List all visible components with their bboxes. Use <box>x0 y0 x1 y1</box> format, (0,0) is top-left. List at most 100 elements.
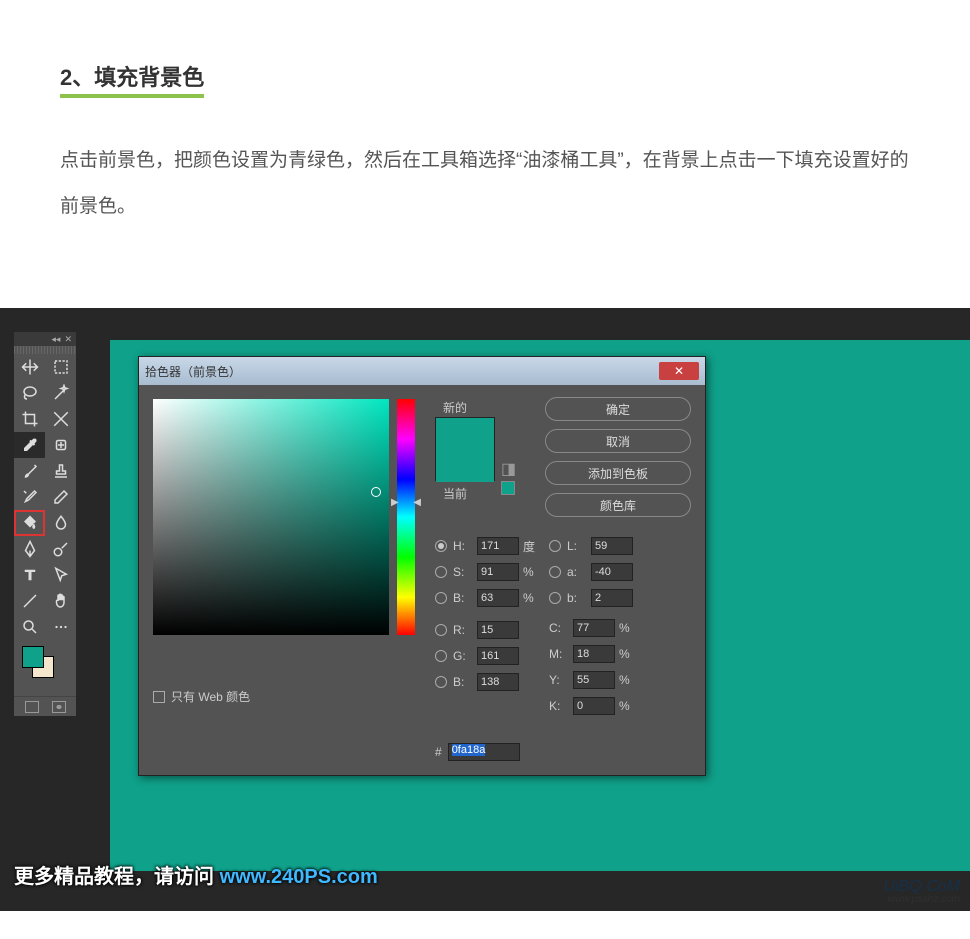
quickmask-icon[interactable] <box>52 701 66 713</box>
sv-cursor[interactable] <box>371 487 381 497</box>
lasso-tool[interactable] <box>14 380 45 406</box>
l-label: L: <box>567 539 587 553</box>
s-input[interactable] <box>477 563 519 581</box>
websafe-swatch[interactable] <box>501 481 515 495</box>
k-label: K: <box>549 699 569 713</box>
color-swatches[interactable] <box>14 640 76 696</box>
screenshot-region: ◂◂ ✕ <box>0 308 970 911</box>
foreground-swatch[interactable] <box>22 646 44 668</box>
saturation-value-field[interactable] <box>153 399 389 635</box>
dodge-tool[interactable] <box>45 536 76 562</box>
hex-prefix: # <box>435 745 442 759</box>
hand-tool[interactable] <box>45 588 76 614</box>
a-input[interactable] <box>591 563 633 581</box>
stamp-tool[interactable] <box>45 458 76 484</box>
close-icon[interactable]: ✕ <box>64 335 72 344</box>
line-tool[interactable] <box>14 588 45 614</box>
r-radio[interactable] <box>435 624 447 636</box>
marquee-tool[interactable] <box>45 354 76 380</box>
y-unit: % <box>619 673 637 687</box>
g-radio[interactable] <box>435 650 447 662</box>
bb-label: b: <box>567 591 587 605</box>
hue-slider-thumb[interactable]: ▶◀ <box>391 497 421 508</box>
m-label: M: <box>549 647 569 661</box>
move-tool[interactable] <box>14 354 45 380</box>
color-preview <box>435 417 495 481</box>
type-tool[interactable] <box>14 562 45 588</box>
pen-tool[interactable] <box>14 536 45 562</box>
b-input[interactable] <box>477 673 519 691</box>
color-libraries-button[interactable]: 颜色库 <box>545 493 691 517</box>
dialog-close-button[interactable]: ✕ <box>659 362 699 380</box>
r-input[interactable] <box>477 621 519 639</box>
watermark: UiBQ.CoM www.psahz.com <box>884 879 960 905</box>
b-label: B: <box>453 675 473 689</box>
screen-mode-icon[interactable] <box>25 701 39 713</box>
section-heading: 2、填充背景色 <box>60 60 204 98</box>
panel-header[interactable]: ◂◂ ✕ <box>14 332 76 346</box>
k-input[interactable] <box>573 697 615 715</box>
collapse-icon[interactable]: ◂◂ <box>51 335 60 344</box>
y-label: Y: <box>549 673 569 687</box>
gamut-warning-icon[interactable]: ◨ <box>501 459 515 473</box>
c-label: C: <box>549 621 569 635</box>
footer-caption: 更多精品教程，请访问 www.240PS.com <box>14 860 378 889</box>
y-input[interactable] <box>573 671 615 689</box>
tools-panel: ◂◂ ✕ <box>14 332 76 716</box>
panel-grip[interactable] <box>14 346 76 354</box>
history-brush-tool[interactable] <box>14 484 45 510</box>
m-input[interactable] <box>573 645 615 663</box>
l-radio[interactable] <box>549 540 561 552</box>
r-label: R: <box>453 623 473 637</box>
edit-toolbar[interactable] <box>45 614 76 640</box>
preview-new-label: 新的 <box>443 399 467 416</box>
h-radio[interactable] <box>435 540 447 552</box>
web-only-checkbox[interactable] <box>153 691 165 703</box>
ok-button[interactable]: 确定 <box>545 397 691 421</box>
slice-tool[interactable] <box>45 406 76 432</box>
magic-wand-tool[interactable] <box>45 380 76 406</box>
add-to-swatches-button[interactable]: 添加到色板 <box>545 461 691 485</box>
h-input[interactable] <box>477 537 519 555</box>
a-radio[interactable] <box>549 566 561 578</box>
g-label: G: <box>453 649 473 663</box>
preview-current-swatch <box>436 450 494 482</box>
c-unit: % <box>619 621 637 635</box>
eyedropper-tool[interactable] <box>14 432 45 458</box>
bv-radio[interactable] <box>435 592 447 604</box>
c-input[interactable] <box>573 619 615 637</box>
a-label: a: <box>567 565 587 579</box>
brush-tool[interactable] <box>14 458 45 484</box>
preview-new-swatch <box>436 418 494 450</box>
hex-input[interactable]: 0fa18a <box>448 743 520 761</box>
cancel-button[interactable]: 取消 <box>545 429 691 453</box>
bv-input[interactable] <box>477 589 519 607</box>
s-label: S: <box>453 565 473 579</box>
bb-radio[interactable] <box>549 592 561 604</box>
dialog-title-text: 拾色器（前景色） <box>145 363 241 380</box>
dialog-titlebar[interactable]: 拾色器（前景色） ✕ <box>139 357 705 385</box>
b-radio[interactable] <box>435 676 447 688</box>
blur-tool[interactable] <box>45 510 76 536</box>
crop-tool[interactable] <box>14 406 45 432</box>
m-unit: % <box>619 647 637 661</box>
g-input[interactable] <box>477 647 519 665</box>
s-radio[interactable] <box>435 566 447 578</box>
zoom-tool[interactable] <box>14 614 45 640</box>
path-selection-tool[interactable] <box>45 562 76 588</box>
l-input[interactable] <box>591 537 633 555</box>
paint-bucket-tool[interactable] <box>14 510 45 536</box>
bb-input[interactable] <box>591 589 633 607</box>
preview-current-label: 当前 <box>443 485 467 502</box>
bv-unit: % <box>523 591 541 605</box>
color-picker-dialog: 拾色器（前景色） ✕ ▶◀ 新的 当前 ◨ 确定 取消 添加到色板 颜色库 <box>138 356 706 776</box>
h-label: H: <box>453 539 473 553</box>
k-unit: % <box>619 699 637 713</box>
footer-url: www.240PS.com <box>220 866 378 888</box>
eraser-tool[interactable] <box>45 484 76 510</box>
healing-brush-tool[interactable] <box>45 432 76 458</box>
hue-slider[interactable] <box>397 399 415 635</box>
h-unit: 度 <box>523 538 541 555</box>
s-unit: % <box>523 565 541 579</box>
web-only-label: 只有 Web 颜色 <box>171 688 250 705</box>
